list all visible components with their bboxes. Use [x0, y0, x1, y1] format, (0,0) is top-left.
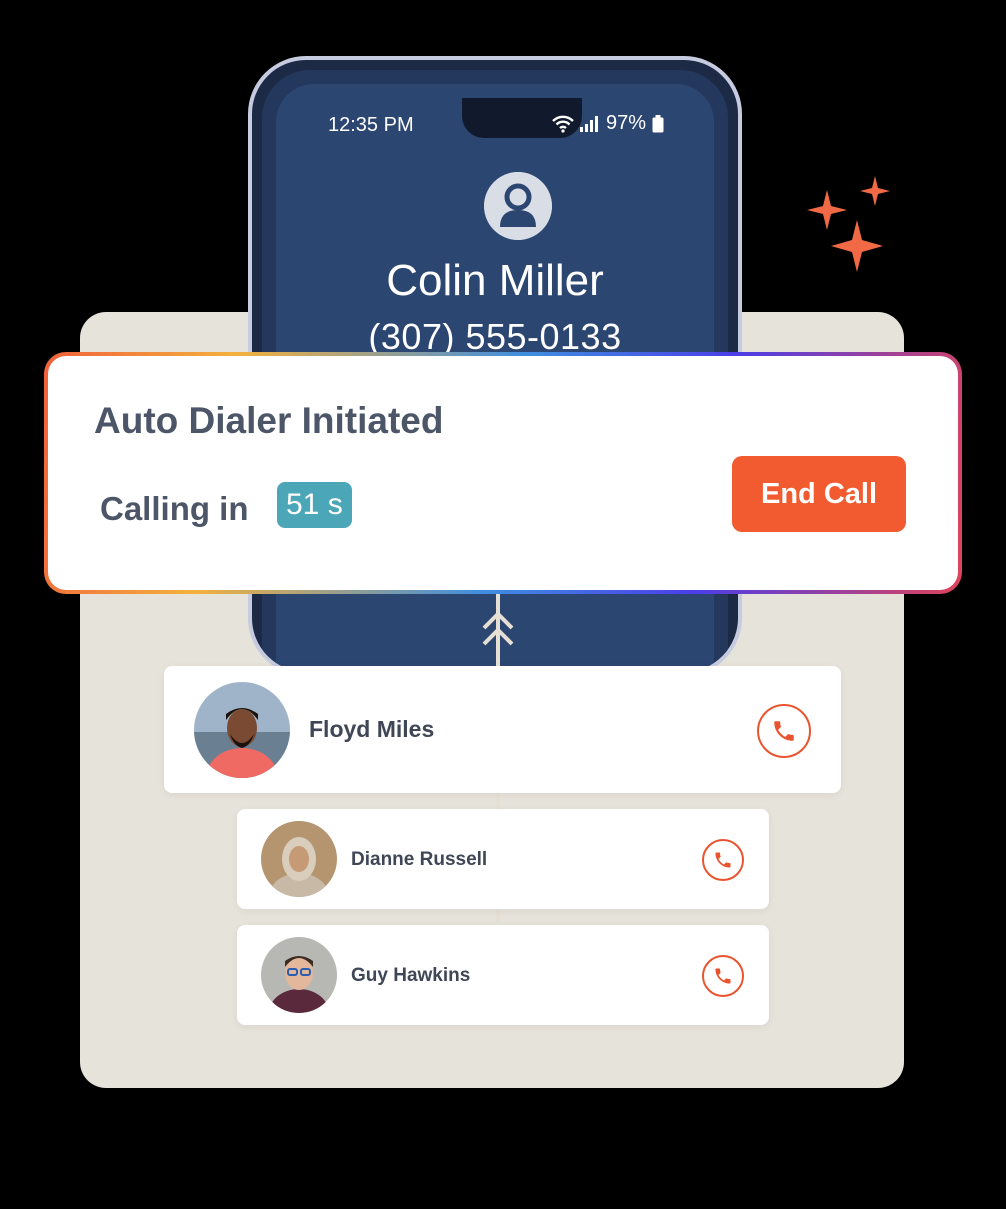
calling-label: Calling in [100, 490, 249, 527]
contact-row[interactable]: Guy Hawkins [237, 925, 769, 1025]
contact-name: Floyd Miles [309, 716, 435, 742]
call-button[interactable] [702, 839, 744, 881]
contact-name: Dianne Russell [351, 849, 488, 870]
contact-row[interactable]: Floyd Miles [164, 666, 841, 793]
wifi-icon [552, 115, 574, 133]
call-button[interactable] [757, 704, 811, 758]
chevron-up-icon [482, 611, 514, 646]
call-button[interactable] [702, 955, 744, 997]
countdown-badge: 51 s [277, 482, 352, 528]
caller-name: Colin Miller [386, 256, 604, 305]
user-icon [484, 172, 552, 240]
end-call-button[interactable]: End Call [732, 456, 906, 532]
status-time: 12:35 PM [328, 114, 414, 136]
contact-row[interactable]: Dianne Russell [237, 809, 769, 909]
phone-icon [774, 721, 794, 741]
battery-percent: 97% [605, 112, 646, 134]
avatar [261, 937, 337, 1013]
avatar [194, 682, 290, 778]
card-title: Auto Dialer Initiated [94, 400, 444, 441]
auto-dialer-card: Auto Dialer Initiated Calling in 51 s En… [48, 356, 958, 590]
auto-dialer-card-border: Auto Dialer Initiated Calling in 51 s En… [44, 352, 962, 594]
phone-icon [715, 852, 731, 868]
caller-avatar [484, 172, 552, 240]
battery-icon [652, 114, 664, 133]
signal-icon [579, 115, 600, 132]
phone-icon [715, 968, 731, 984]
avatar [261, 821, 337, 897]
sparkle-icon [807, 176, 890, 272]
status-bar-icons: 97% [552, 112, 664, 135]
contact-name: Guy Hawkins [351, 965, 471, 986]
